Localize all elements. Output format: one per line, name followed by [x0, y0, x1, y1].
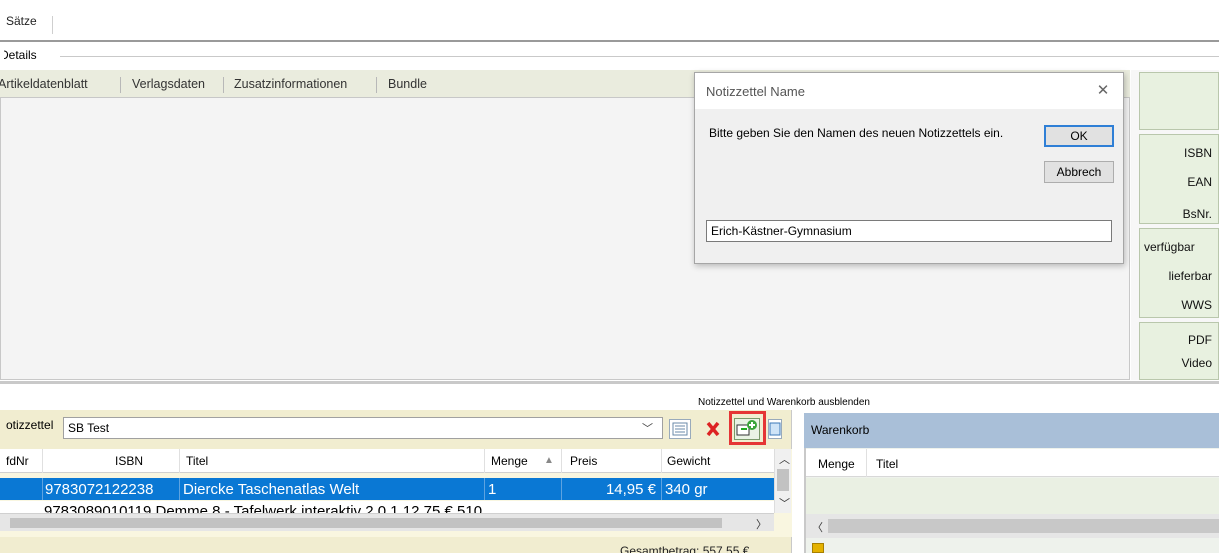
warenkorb-horizontal-scrollbar[interactable]: 〈: [806, 514, 1219, 538]
tab-separator: [376, 77, 377, 93]
isbn-label: ISBN: [1183, 146, 1212, 160]
panel-splitter[interactable]: [0, 381, 1219, 384]
details-groupbox-rule: [60, 56, 1219, 57]
col-separator: [866, 449, 867, 477]
chevron-left-icon[interactable]: 〈: [812, 519, 823, 535]
col-separator: [42, 449, 43, 473]
scroll-thumb[interactable]: [777, 469, 789, 491]
col-separator: [484, 449, 485, 473]
wws-label: WWS: [1181, 298, 1212, 312]
notizzettel-name-dialog: Notizzettel Name ✕ Bitte geben Sie den N…: [694, 72, 1124, 264]
col-preis[interactable]: Preis: [570, 454, 597, 468]
cell-title: Diercke Taschenatlas Welt: [183, 481, 360, 498]
verfuegbar-label: verfügbar: [1144, 240, 1195, 254]
cell-separator: [42, 478, 43, 500]
col-menge[interactable]: Menge: [491, 454, 528, 468]
scroll-thumb[interactable]: [10, 518, 722, 528]
tab-separator: [52, 16, 53, 34]
top-divider: [0, 40, 1219, 42]
availability-box: verfügbar lieferbar WWS: [1139, 228, 1219, 318]
tab-artikeldatenblatt[interactable]: Artikeldatenblatt: [0, 77, 88, 91]
notizzettel-select[interactable]: SB Test ﹀: [63, 417, 663, 439]
cell-separator: [561, 478, 562, 500]
close-icon[interactable]: ✕: [1091, 80, 1115, 102]
tab-verlagsdaten[interactable]: Verlagsdaten: [132, 77, 205, 91]
cell-qty: 1: [488, 481, 497, 498]
calendar-icon[interactable]: [768, 419, 782, 439]
id-box: ISBN EAN BsNr.: [1139, 134, 1219, 224]
col-titel[interactable]: Titel: [876, 457, 898, 471]
col-gewicht[interactable]: Gewicht: [667, 454, 710, 468]
cell-weight: 340 gr: [665, 481, 708, 498]
tab-zusatzinformationen[interactable]: Zusatzinformationen: [234, 77, 347, 91]
scroll-thumb[interactable]: [828, 519, 1219, 533]
cell-isbn: 9783072122238: [45, 481, 154, 498]
details-legend: Details: [3, 48, 41, 62]
warenkorb-grid-header: Menge Titel: [806, 449, 1219, 477]
chevron-up-icon[interactable]: ︿: [779, 451, 790, 467]
table-row-selected[interactable]: 9783072122238 Diercke Taschenatlas Welt …: [0, 478, 774, 500]
sort-asc-icon: ▲: [544, 455, 554, 466]
list-view-icon[interactable]: [669, 419, 691, 439]
grid-header: fdNr ISBN Titel Menge ▲ Preis Gewicht: [0, 449, 774, 473]
ean-label: EAN: [1187, 175, 1212, 189]
grid-horizontal-scrollbar[interactable]: 〉: [0, 513, 774, 531]
cell-separator: [484, 478, 485, 500]
cancel-button[interactable]: Abbrech: [1044, 161, 1114, 183]
col-separator: [561, 449, 562, 473]
col-fdnr[interactable]: fdNr: [6, 454, 29, 468]
notizzettel-name-input[interactable]: [706, 220, 1112, 242]
hide-panels-label[interactable]: Notizzettel und Warenkorb ausblenden: [698, 397, 870, 408]
tab-saetze-label: Sätze: [6, 14, 37, 28]
cell-price: 14,95 €: [605, 481, 656, 498]
tab-separator: [120, 77, 121, 93]
pdf-link[interactable]: PDF: [1188, 333, 1212, 347]
lieferbar-label: lieferbar: [1168, 269, 1212, 283]
notizzettel-selected-value: SB Test: [68, 421, 110, 435]
folder-icon[interactable]: [812, 543, 824, 553]
tab-bundle[interactable]: Bundle: [388, 77, 427, 91]
highlight-box: [729, 411, 766, 445]
col-isbn[interactable]: ISBN: [115, 454, 143, 468]
delete-icon[interactable]: [703, 419, 723, 439]
tab-saetze[interactable]: Sätze: [0, 14, 53, 36]
dialog-message: Bitte geben Sie den Namen des neuen Noti…: [709, 126, 1004, 140]
video-link[interactable]: Video: [1182, 356, 1212, 370]
chevron-down-icon: ﹀: [642, 423, 653, 435]
chevron-right-icon[interactable]: 〉: [756, 516, 767, 532]
dialog-title: Notizzettel Name: [706, 84, 805, 99]
cell-separator: [179, 478, 180, 500]
row-partial-text: 9783089010119 Demme 8 - Tafelwerk intera…: [44, 503, 483, 513]
col-menge[interactable]: Menge: [818, 457, 855, 471]
tab-separator: [223, 77, 224, 93]
chevron-down-icon[interactable]: ﹀: [779, 495, 790, 511]
cover-image-box: [1139, 72, 1219, 130]
cell-separator: [661, 478, 662, 500]
col-titel[interactable]: Titel: [186, 454, 208, 468]
warenkorb-title: Warenkorb: [811, 423, 870, 437]
col-separator: [179, 449, 180, 473]
total-amount: Gesamtbetrag: 557,55 €: [620, 544, 750, 553]
col-separator: [661, 449, 662, 473]
grid-vertical-scrollbar[interactable]: ︿ ﹀: [774, 449, 791, 513]
ok-button[interactable]: OK: [1044, 125, 1114, 147]
bsnr-label: BsNr.: [1182, 207, 1212, 221]
media-box: PDF Video: [1139, 322, 1219, 380]
notizzettel-label: otizzettel: [6, 418, 54, 432]
table-row[interactable]: 9783089010119 Demme 8 - Tafelwerk intera…: [0, 501, 774, 513]
warenkorb-grid: [806, 478, 1219, 514]
